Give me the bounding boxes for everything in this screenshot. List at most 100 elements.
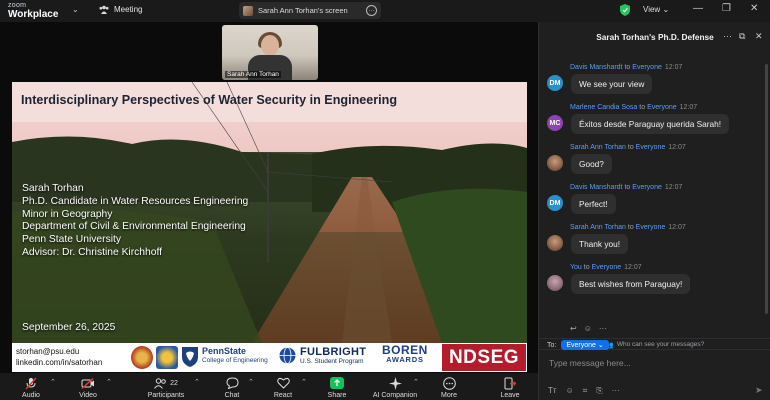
- reply-icon[interactable]: ↩: [570, 324, 577, 333]
- screen-share-pill[interactable]: Sarah Ann Torhan's screen ···: [239, 2, 381, 19]
- to-word: to: [627, 224, 634, 231]
- react-label: React: [273, 392, 293, 399]
- participants-label: Participants: [147, 392, 185, 399]
- react-options-chevron-icon[interactable]: ⌃: [301, 378, 307, 386]
- sender-name[interactable]: Marlene Candia Sosa: [570, 104, 637, 111]
- message-text: We see your view: [571, 74, 653, 94]
- format-icon[interactable]: Tт: [548, 386, 557, 396]
- more-button[interactable]: More: [435, 376, 463, 399]
- share-label: Share: [327, 392, 347, 399]
- recipient: Everyone: [635, 224, 666, 231]
- participant-video[interactable]: Sarah Ann Torhan: [222, 25, 318, 80]
- video-button[interactable]: Video: [73, 376, 103, 399]
- message-text: Thank you!: [571, 234, 629, 254]
- sharer-avatar: [243, 5, 253, 16]
- chat-button[interactable]: Chat: [218, 376, 246, 399]
- chat-scrollbar[interactable]: [765, 64, 768, 314]
- recipient: Everyone: [591, 264, 622, 271]
- recipient: Everyone: [632, 64, 662, 71]
- presenter-minor: Minor in Geography: [22, 208, 113, 220]
- sparkle-icon: [388, 376, 402, 390]
- meeting-menu[interactable]: Meeting: [99, 5, 142, 14]
- chat-title: Sarah Torhan's Ph.D. Defense: [596, 32, 714, 42]
- participants-button[interactable]: 22 Participants: [144, 376, 188, 399]
- audio-options-chevron-icon[interactable]: ⌃: [50, 378, 56, 386]
- minimize-icon[interactable]: —: [693, 3, 703, 14]
- recipient: Everyone: [632, 184, 662, 191]
- react-button[interactable]: React: [268, 376, 298, 399]
- timestamp: 12:07: [664, 184, 683, 191]
- top-bar: zoom Workplace ⌄ Meeting Sarah Ann Torha…: [0, 0, 770, 22]
- view-menu[interactable]: View ⌄: [643, 5, 669, 14]
- penn-state-college: College of Engineering: [202, 357, 268, 364]
- to-word: to: [583, 264, 590, 271]
- audio-button[interactable]: Audio: [16, 376, 46, 399]
- leave-label: Leave: [500, 392, 520, 399]
- leave-button[interactable]: Leave: [497, 376, 523, 399]
- presenter-name: Sarah Torhan: [22, 183, 84, 194]
- share-button[interactable]: Share: [322, 376, 352, 399]
- boren-name: BOREN: [382, 343, 428, 357]
- chat-options-chevron-icon[interactable]: ⌃: [248, 378, 254, 386]
- more-options-icon[interactable]: ···: [366, 5, 377, 16]
- recipient-dropdown[interactable]: Everyone ⌄: [561, 340, 609, 350]
- video-options-chevron-icon[interactable]: ⌃: [106, 378, 112, 386]
- privacy-text: Who can see your messages?: [616, 341, 705, 348]
- participants-count: 22: [170, 379, 178, 387]
- sender-name[interactable]: Sarah Ann Torhan: [570, 224, 626, 231]
- avatar: [547, 235, 563, 251]
- recipient: Everyone: [635, 144, 666, 151]
- send-icon[interactable]: ➤: [755, 385, 763, 396]
- presenter-advisor: Advisor: Dr. Christine Kirchhoff: [22, 246, 163, 258]
- participant-name: Sarah Ann Torhan: [225, 71, 281, 78]
- composer-toolbar: Tт ☺ ⌗ ⎘ ···: [548, 386, 620, 396]
- timestamp: 12:07: [668, 144, 686, 151]
- shield-check-icon[interactable]: [620, 4, 630, 16]
- participants-icon: [154, 377, 166, 389]
- presenter-department: Department of Civil & Environmental Engi…: [22, 221, 246, 233]
- sender-name[interactable]: Davis Manshardt: [570, 64, 623, 71]
- leave-icon: [504, 377, 516, 389]
- logo-bottom-text: Workplace: [8, 9, 59, 20]
- heart-icon: [276, 377, 290, 389]
- recipient-value: Everyone: [566, 342, 596, 349]
- timestamp: 12:07: [664, 64, 683, 71]
- close-icon[interactable]: ✕: [750, 3, 758, 14]
- view-label: View: [643, 5, 661, 14]
- restore-icon[interactable]: ❐: [722, 3, 731, 14]
- attach-file-icon[interactable]: ⎘: [596, 386, 602, 396]
- close-chat-icon[interactable]: ✕: [755, 31, 763, 42]
- slide-footer: storhan@psu.edu linkedin.com/in/satorhan…: [12, 343, 527, 372]
- message-text: Good?: [571, 154, 612, 174]
- message-text: Éxitos desde Paraguay querida Sarah!: [571, 114, 730, 134]
- to-word: to: [627, 144, 634, 151]
- message-input[interactable]: Type message here...: [549, 358, 631, 368]
- chat-panel: Sarah Torhan's Ph.D. Defense ··· ⧉ ✕ DM …: [538, 22, 770, 400]
- pop-out-icon[interactable]: ⧉: [739, 31, 745, 42]
- ai-options-chevron-icon[interactable]: ⌃: [413, 378, 419, 386]
- sender-name[interactable]: Davis Manshardt: [570, 184, 623, 191]
- avatar: [547, 275, 563, 291]
- chevron-down-icon[interactable]: ⌄: [72, 5, 79, 14]
- zoom-logo[interactable]: zoom Workplace: [8, 1, 59, 20]
- screenshot-icon[interactable]: ⌗: [583, 386, 588, 396]
- university-seal-logo: [131, 346, 153, 369]
- fulbright-globe-logo: [279, 347, 296, 364]
- penn-state-shield-logo: [182, 347, 198, 367]
- emoji-icon[interactable]: ☺: [566, 386, 574, 396]
- sender-name[interactable]: Sarah Ann Torhan: [570, 144, 626, 151]
- ai-companion-label: AI Companion: [372, 392, 418, 399]
- chat-icon: [225, 377, 239, 389]
- meeting-label: Meeting: [114, 5, 143, 14]
- to-word: to: [624, 184, 631, 191]
- more-label: More: [441, 392, 457, 399]
- more-icon: [442, 376, 456, 390]
- emoji-icon[interactable]: ☺: [584, 324, 592, 333]
- composer-more-icon[interactable]: ···: [612, 386, 620, 396]
- chat-more-icon[interactable]: ···: [723, 31, 732, 41]
- message-more-icon[interactable]: ···: [599, 324, 607, 333]
- penn-state-logo-text: PennState College of Engineering: [202, 347, 268, 365]
- timestamp: 12:07: [668, 224, 686, 231]
- message-actions: ↩ ☺ ···: [570, 324, 607, 333]
- participants-options-chevron-icon[interactable]: ⌃: [194, 378, 200, 386]
